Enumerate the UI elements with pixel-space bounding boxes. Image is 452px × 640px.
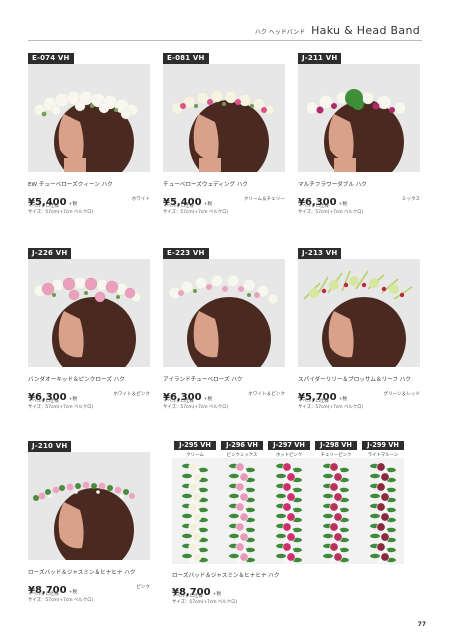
product-photo [163,64,285,172]
product-color: ピンク [136,585,150,590]
header-title-jp: ハク ヘッドバンド [254,29,306,36]
product-code: J-226 VH [28,248,72,259]
product-name: ローズバッド＆ジャスミン＆ヒナヒナ ハク [28,570,136,576]
lei-strand [370,462,396,563]
lei-strand [276,462,302,563]
product-name: マルチフラワーダブル ハク [298,182,367,188]
lei-code-row: J-295 VH J-296 VH J-297 VH J-298 VH J-29… [172,441,404,451]
product-spec: ＊ベルクロ仕様 サイズ：57cm(+7cm ベルクロ) [28,399,93,411]
price-row: ¥5,700 +税 グリーン＆レッド [298,385,420,403]
product-name: チューベローズウェディング ハク [163,182,249,188]
product-name: ローズバッド＆ジャスミン＆ヒナヒナ ハク [172,573,280,579]
product-code: J-213 VH [298,248,342,259]
product-code: J-211 VH [298,53,342,64]
spec-size: サイズ：57cm(+7cm ベルクロ) [172,600,238,605]
spec-size: サイズ：57cm(+7cm ベルクロ) [298,210,364,215]
product-photo [298,259,420,367]
product-photo [298,64,420,172]
price-row: ¥5,400 +税 ホワイト [28,190,150,208]
page-header: ハク ヘッドバンド Haku & Head Band [255,24,420,37]
variant-code: J-299 VH [362,441,404,450]
lei-strand [182,462,208,563]
lei-strand [323,462,349,563]
product-photo [28,452,150,560]
product-color: ミックス [401,197,420,202]
lei-strand [229,462,255,563]
header-rule [28,40,422,41]
spec-size: サイズ：57cm(+7cm ベルクロ) [163,405,229,410]
product-color: ホワイト [131,197,150,202]
price-row: ¥6,300 +税 ミックス [298,190,420,208]
product-spec: ＊ベルクロ仕様 サイズ：57cm(+7cm ベルクロ) [163,204,228,216]
price-row: ¥6,300 +税 ホワイト＆ピンク [163,385,285,403]
product-spec: ＊ベルクロ仕様 サイズ：57cm(+7cm ベルクロ) [163,399,228,411]
product-color: クリーム＆チェリー [243,197,285,202]
product-photo [28,64,150,172]
product-code: E-074 VH [28,53,74,64]
product-code: E-223 VH [163,248,209,259]
spec-size: サイズ：57cm(+7cm ベルクロ) [28,598,94,603]
variant-code: J-296 VH [221,441,263,450]
product-name: EW チューベローズクィーン ハク [28,182,113,188]
product-name: スパイダーリリー＆ブロッサム＆リーフ ハク [298,377,411,383]
price-row: ¥6,300 +税 ホワイト＆ピンク [28,385,150,403]
lei-variants-photo [172,458,404,564]
variant-code: J-297 VH [268,441,310,450]
product-color: グリーン＆レッド [383,392,420,397]
product-name: バンダオーキッド＆ピンクローズ ハク [28,377,125,383]
product-spec: ＊ベルクロ仕様 サイズ：57cm(+7cm ベルクロ) [298,204,363,216]
product-spec: ＊ベルクロ仕様 サイズ：57cm(+7cm ベルクロ) [28,204,93,216]
price-row: ¥8,700 +税 [172,580,294,598]
spec-size: サイズ：57cm(+7cm ベルクロ) [28,405,94,410]
product-spec: ＊ベルクロ仕様 サイズ：57cm(+7cm ベルクロ) [28,592,93,604]
product-photo [28,259,150,367]
price-row: ¥8,700 +税 ピンク [28,578,150,596]
product-code: E-081 VH [163,53,209,64]
product-photo [163,259,285,367]
product-color: ホワイト＆ピンク [248,392,285,397]
product-code: J-210 VH [28,441,72,452]
spec-size: サイズ：57cm(+7cm ベルクロ) [28,210,94,215]
price-row: ¥5,400 +税 クリーム＆チェリー [163,190,285,208]
product-spec: ＊ベルクロ仕様 サイズ：57cm(+7cm ベルクロ) [298,399,363,411]
header-title-en: Haku & Head Band [311,24,420,37]
product-color: ホワイト＆ピンク [113,392,150,397]
product-name: アイランドチューベローズ ハク [163,377,243,383]
variant-code: J-295 VH [174,441,216,450]
page-number: 77 [417,621,426,628]
product-spec: ＊ベルクロ仕様 サイズ：57cm(+7cm ベルクロ) [172,594,237,606]
spec-size: サイズ：57cm(+7cm ベルクロ) [298,405,364,410]
spec-size: サイズ：57cm(+7cm ベルクロ) [163,210,229,215]
variant-code: J-298 VH [315,441,357,450]
